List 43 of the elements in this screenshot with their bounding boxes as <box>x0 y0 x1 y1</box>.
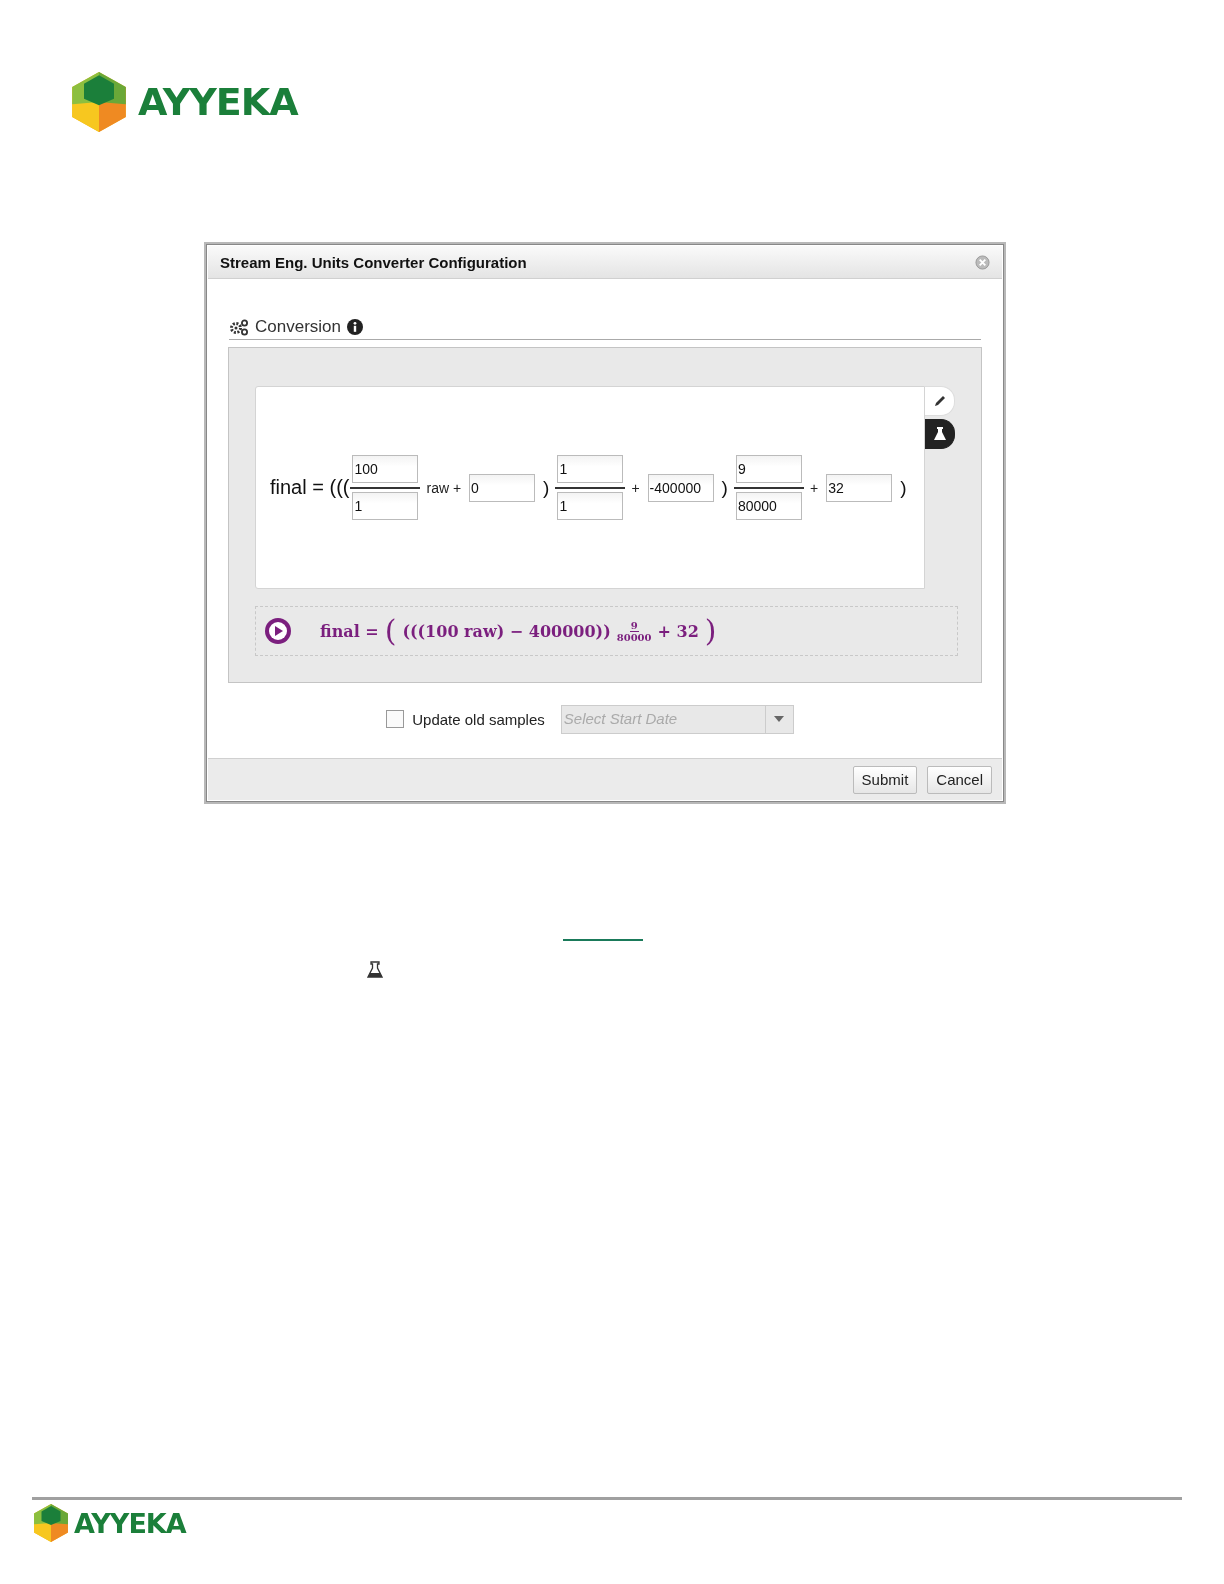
formula-operator: raw + <box>426 479 462 496</box>
number-field[interactable]: -400000 <box>647 473 714 502</box>
logo-text: AYYEKA <box>74 1507 186 1539</box>
logo-icon <box>72 72 126 132</box>
number-field[interactable]: 0 <box>469 473 536 502</box>
numerator-field[interactable]: 1 <box>557 455 624 483</box>
parenthesis: ) <box>721 476 728 499</box>
parenthesis: ( <box>384 616 397 646</box>
math-text: (((100 raw) − 400000)) <box>402 621 611 641</box>
checkbox-label: Update old samples <box>412 710 545 728</box>
flask-icon <box>367 961 383 979</box>
edit-tab[interactable] <box>925 386 955 416</box>
formula-text: final = ((( <box>270 476 350 499</box>
dialog-button[interactable]: Cancel <box>927 765 992 794</box>
denominator-field[interactable]: 1 <box>557 492 624 520</box>
gears-icon <box>229 318 249 336</box>
pencil-icon <box>932 394 947 408</box>
info-icon[interactable] <box>347 319 363 335</box>
parenthesis: ) <box>900 476 907 499</box>
dialog-button[interactable]: Submit <box>852 765 918 794</box>
math-text: final = <box>320 621 379 641</box>
number-field[interactable]: 32 <box>826 473 893 502</box>
dialog-title: Stream Eng. Units Converter Configuration <box>220 253 527 271</box>
caret-icon <box>774 716 785 722</box>
logo-icon <box>34 1504 68 1542</box>
formula-operator: + <box>809 479 819 496</box>
logo-text: AYYEKA <box>138 80 298 124</box>
formula-operator: + <box>631 479 640 496</box>
numerator-field[interactable]: 9 <box>735 455 802 483</box>
math-numerator: 9 <box>629 619 639 632</box>
flask-icon <box>931 426 948 442</box>
math-denominator: 80000 <box>616 631 652 643</box>
close-icon[interactable] <box>975 254 990 270</box>
checkbox[interactable] <box>386 710 405 728</box>
parenthesis: ) <box>543 476 550 499</box>
math-text: + 32 <box>657 621 699 641</box>
play-icon[interactable] <box>264 617 292 645</box>
denominator-field[interactable]: 1 <box>352 492 419 520</box>
parenthesis: ) <box>704 616 717 646</box>
test-tab[interactable] <box>925 419 955 449</box>
numerator-field[interactable]: 100 <box>352 455 419 483</box>
section-title: Conversion <box>255 317 341 337</box>
denominator-field[interactable]: 80000 <box>735 492 802 520</box>
